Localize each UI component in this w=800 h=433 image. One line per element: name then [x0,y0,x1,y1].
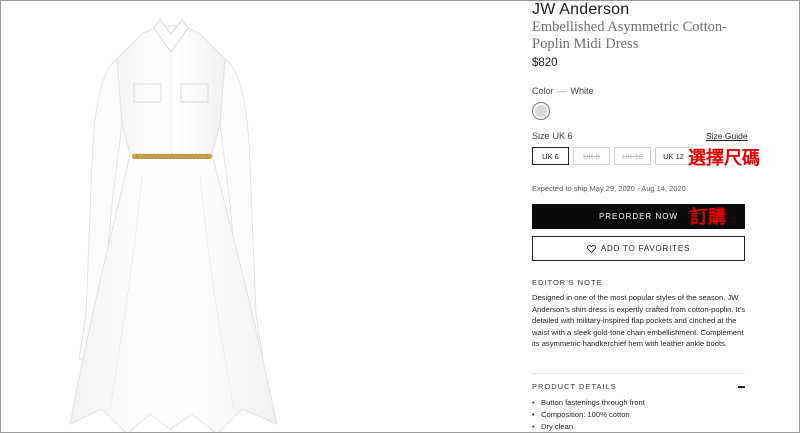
heart-icon [586,244,596,253]
size-option-label: UK 8 [583,151,600,161]
size-option-label: UK 10 [622,151,643,161]
size-option-uk8[interactable]: UK 8 [573,147,610,165]
color-value: White [570,86,594,96]
add-to-favorites-button[interactable]: ADD TO FAVORITES [532,236,745,261]
editors-note-body: Designed in one of the most popular styl… [532,293,746,348]
product-image[interactable] [2,2,511,432]
product-details-list: Button fastenings through front Composit… [532,397,645,432]
section-divider [532,373,745,374]
dress-photo [69,19,278,432]
brand-name[interactable]: JW Anderson [532,1,629,19]
color-label: Color [532,86,554,96]
page-frame: JW Anderson Embellished Asymmetric Cotto… [0,0,800,433]
size-label: Size [532,131,550,141]
list-item: Composition: 100% cotton [532,409,645,421]
size-selected-value: UK 6 [552,131,573,141]
size-option-uk12[interactable]: UK 12 [655,147,692,165]
list-item: Dry clean [532,421,645,432]
size-option-label: UK 12 [663,151,684,161]
shipping-estimate: Expected to ship May 29, 2020 - Aug 14, … [532,184,686,193]
favorites-label: ADD TO FAVORITES [600,244,691,253]
color-swatch-white[interactable] [532,102,550,120]
size-option-uk6[interactable]: UK 6 [532,147,569,165]
size-option-uk10[interactable]: UK 10 [614,147,651,165]
editors-note-title: EDITOR'S NOTE [532,278,603,287]
annotation-select-size: 選擇尺碼 [688,148,760,169]
product-price: $820 [532,57,558,69]
minus-icon[interactable] [738,386,745,388]
product-name: Embellished Asymmetric Cotton-Poplin Mid… [532,19,727,52]
size-option-label: UK 6 [542,151,559,161]
color-row: Color — White [532,86,594,96]
product-details-title[interactable]: PRODUCT DETAILS [532,382,617,391]
annotation-order: 訂購 [690,207,726,228]
size-guide-link[interactable]: Size Guide [706,131,748,141]
color-separator: — [557,86,567,96]
list-item: Button fastenings through front [532,397,645,409]
